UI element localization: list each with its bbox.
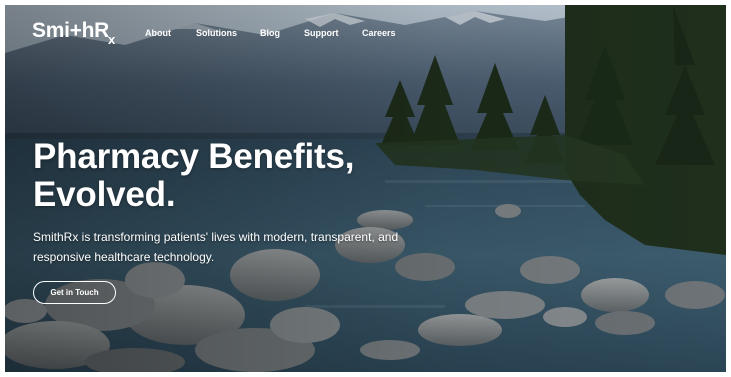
logo-text-sub: x bbox=[107, 32, 115, 47]
nav-item-solutions[interactable]: Solutions bbox=[196, 27, 237, 39]
nav-item-careers[interactable]: Careers bbox=[362, 27, 396, 39]
logo-text-main: Smi bbox=[32, 19, 70, 42]
nav-item-support[interactable]: Support bbox=[304, 27, 339, 39]
hero-subtext: SmithRx is transforming patients' lives … bbox=[33, 230, 399, 264]
logo-text-mid: +hR bbox=[69, 19, 110, 42]
nav-item-blog[interactable]: Blog bbox=[260, 27, 280, 39]
nav-item-about[interactable]: About bbox=[145, 27, 171, 39]
top-navigation: Smi+hRx About Solutions Blog Support Car… bbox=[5, 5, 726, 61]
hero-headline-line-2: Evolved. bbox=[33, 175, 176, 214]
smithrx-logo[interactable]: Smi+hRx bbox=[32, 17, 115, 47]
hero-headline: Pharmacy Benefits, Evolved. bbox=[33, 138, 354, 214]
hero-headline-line-1: Pharmacy Benefits, bbox=[33, 137, 355, 176]
get-in-touch-button[interactable]: Get in Touch bbox=[33, 281, 116, 304]
hero-section: Smi+hRx About Solutions Blog Support Car… bbox=[5, 5, 726, 372]
